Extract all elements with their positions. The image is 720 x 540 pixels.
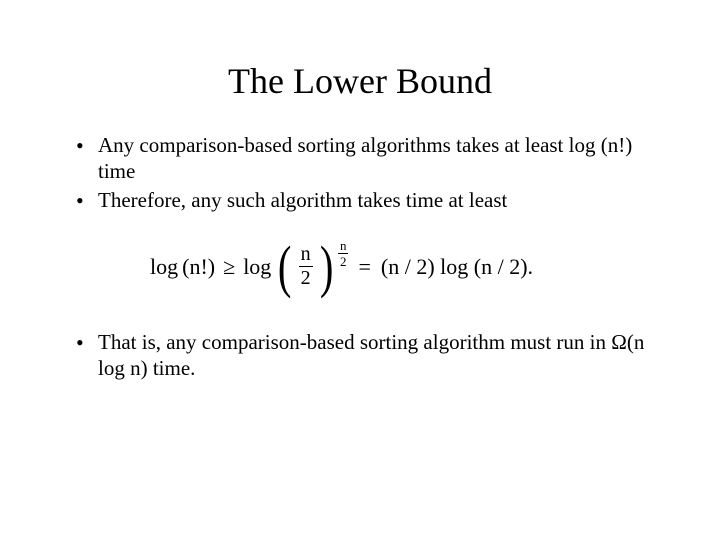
ge-symbol: ≥ xyxy=(223,254,235,280)
bullet-list: Any comparison-based sorting algorithms … xyxy=(70,132,660,213)
log-text: log xyxy=(150,254,178,280)
lhs-arg: (n!) xyxy=(182,254,215,280)
eq-symbol: = xyxy=(358,254,370,280)
right-paren: ) xyxy=(320,241,334,293)
bullet-item: Therefore, any such algorithm takes time… xyxy=(70,187,660,213)
slide: The Lower Bound Any comparison-based sor… xyxy=(0,0,720,540)
fraction-numerator: n xyxy=(338,239,349,253)
formula-block: log (n!) ≥ log ( n 2 ) n 2 = (n / 2) log… xyxy=(60,239,660,295)
bullet-list: That is, any comparison-based sorting al… xyxy=(70,329,660,382)
fraction-denominator: 2 xyxy=(299,268,313,289)
rhs-tail: (n / 2) log (n / 2). xyxy=(381,254,533,280)
formula: log (n!) ≥ log ( n 2 ) n 2 = (n / 2) log… xyxy=(150,239,660,295)
fraction-numerator: n xyxy=(299,244,313,265)
exponent-fraction: n 2 xyxy=(338,239,349,269)
bullet-item: Any comparison-based sorting algorithms … xyxy=(70,132,660,185)
left-paren: ( xyxy=(278,241,292,293)
slide-title: The Lower Bound xyxy=(60,60,660,102)
bullet-item: That is, any comparison-based sorting al… xyxy=(70,329,660,382)
fraction-n-over-2: n 2 xyxy=(299,244,313,289)
log-text: log xyxy=(243,254,271,280)
fraction-denominator: 2 xyxy=(338,255,349,269)
